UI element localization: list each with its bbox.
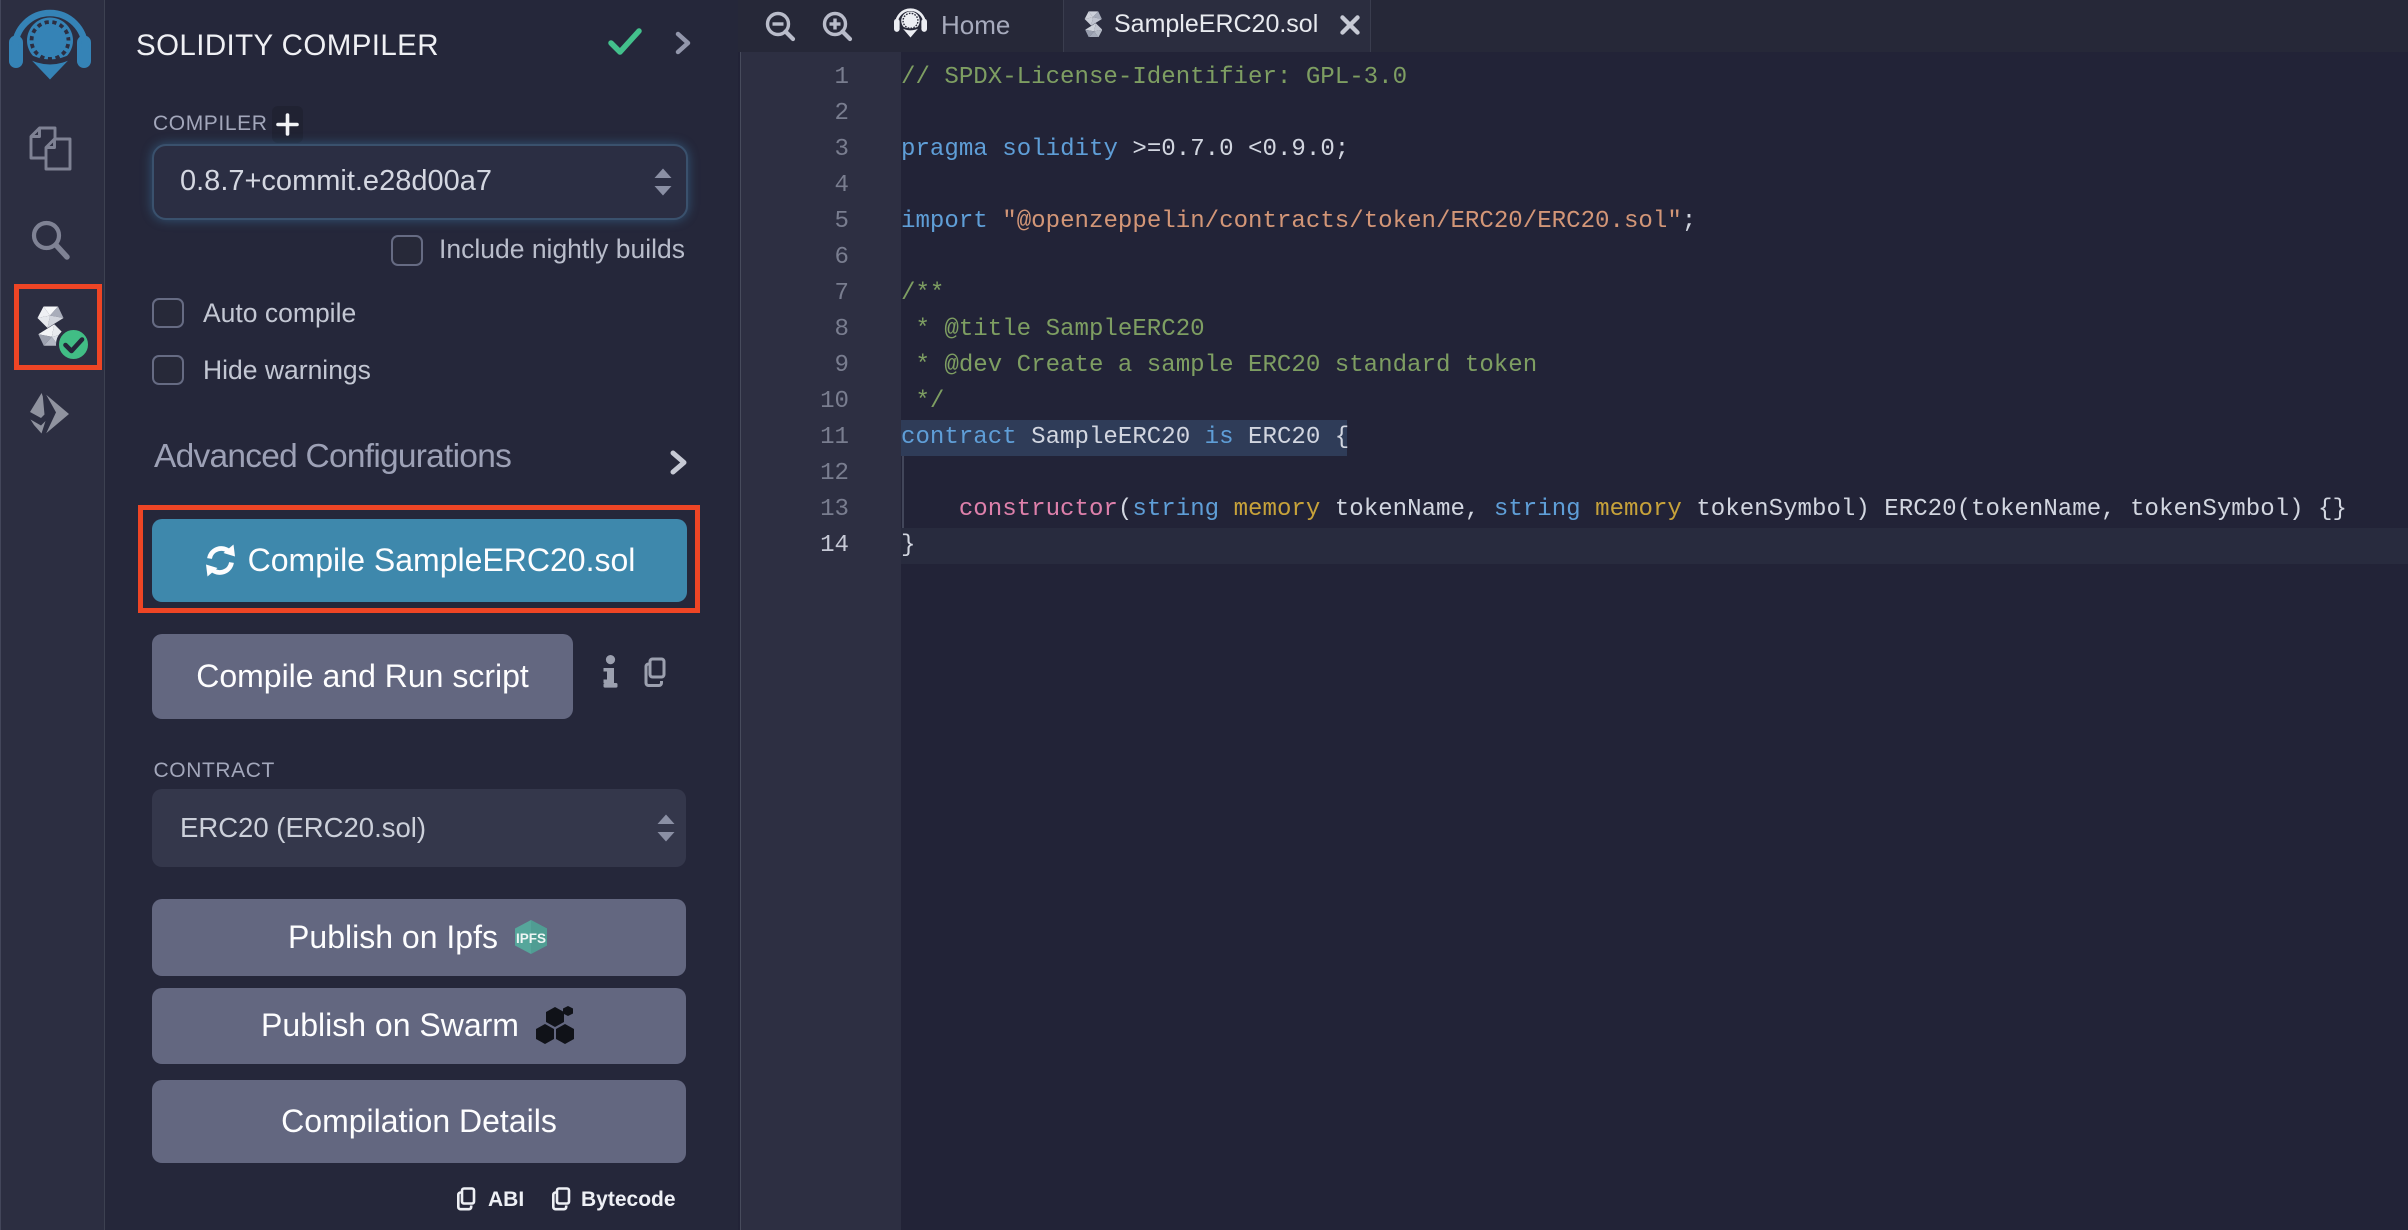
svg-text:IPFS: IPFS [516,931,546,946]
